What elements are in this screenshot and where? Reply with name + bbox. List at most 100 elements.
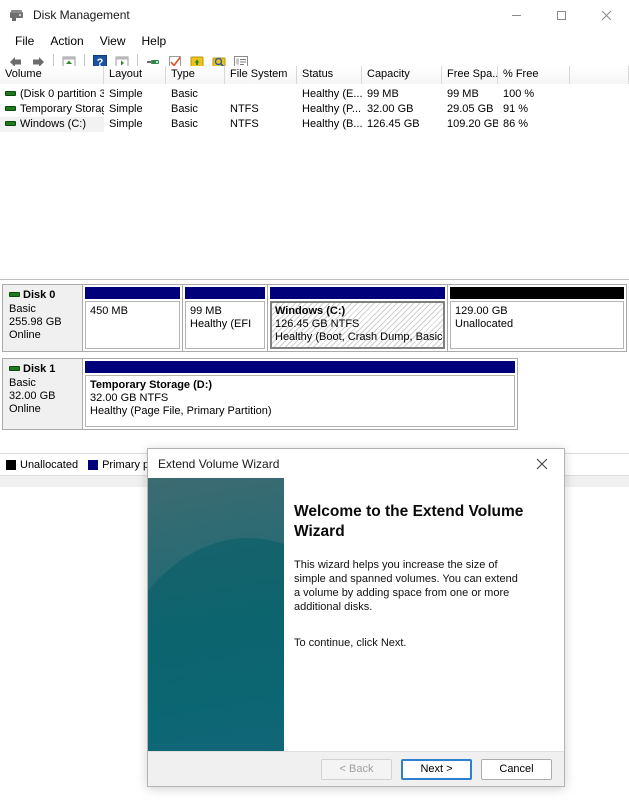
next-button[interactable]: Next > xyxy=(401,758,472,780)
partition-body: 99 MB Healthy (EFI xyxy=(185,301,265,349)
wizard-title: Extend Volume Wizard xyxy=(158,456,280,471)
disk-icon xyxy=(9,292,20,297)
disk-size: 255.98 GB xyxy=(9,316,62,328)
cell-percent-free: 100 % xyxy=(503,88,535,100)
partition-capacity-bar xyxy=(85,287,180,299)
partition-name: Windows (C:) xyxy=(275,305,346,317)
wizard-heading: Welcome to the Extend Volume Wizard xyxy=(294,503,524,540)
cell-layout: Simple xyxy=(109,103,143,115)
partition-body-selected: Windows (C:) 126.45 GB NTFS Healthy (Boo… xyxy=(270,301,445,349)
partition-body: Temporary Storage (D:) 32.00 GB NTFS Hea… xyxy=(85,375,515,427)
partition-body: 450 MB xyxy=(85,301,180,349)
volume-icon xyxy=(5,90,16,96)
disk-row-1[interactable]: Disk 1 Basic 32.00 GB Online Temporary S… xyxy=(0,355,520,433)
disk-type: Basic xyxy=(9,377,36,389)
partition-capacity-bar xyxy=(85,361,515,373)
extend-volume-wizard-dialog: Extend Volume Wizard Welcome to the Exte… xyxy=(147,448,565,787)
partition-capacity-bar xyxy=(185,287,265,299)
cell-status: Healthy (B... xyxy=(302,118,362,130)
partition-size: 99 MB xyxy=(190,305,222,317)
column-header-file-system[interactable]: File System xyxy=(225,66,297,84)
partition-capacity-bar-unallocated xyxy=(450,287,624,299)
disk-status: Online xyxy=(9,329,41,341)
back-button[interactable]: < Back xyxy=(321,758,392,780)
cell-percent-free: 91 % xyxy=(503,103,529,115)
cell-free-space: 29.05 GB xyxy=(447,103,494,115)
menu-help[interactable]: Help xyxy=(134,32,175,50)
cell-type: Basic xyxy=(171,88,198,100)
wizard-body: Welcome to the Extend Volume Wizard This… xyxy=(148,478,564,753)
disk-partitions-0: 450 MB 99 MB Healthy (EFI Windows (C:) 1… xyxy=(83,284,627,352)
column-header-free-space[interactable]: Free Spa... xyxy=(442,66,498,84)
partition-0-3-unallocated[interactable]: 129.00 GB Unallocated xyxy=(448,285,626,351)
cell-free-space: 99 MB xyxy=(447,88,479,100)
cell-volume: (Disk 0 partition 3) xyxy=(20,88,104,100)
volume-list[interactable]: Volume Layout Type File System Status Ca… xyxy=(0,66,629,280)
partition-body: 129.00 GB Unallocated xyxy=(450,301,624,349)
window-title: Disk Management xyxy=(33,8,130,22)
table-row[interactable]: Temporary Storag... Simple Basic NTFS He… xyxy=(0,102,629,117)
cell-percent-free: 86 % xyxy=(503,118,529,130)
partition-capacity-bar xyxy=(270,287,445,299)
cell-file-system xyxy=(225,87,297,102)
cancel-button[interactable]: Cancel xyxy=(481,758,552,780)
column-header-capacity[interactable]: Capacity xyxy=(362,66,442,84)
disk-status: Online xyxy=(9,403,41,415)
column-header-volume[interactable]: Volume xyxy=(0,66,104,84)
disk-name: Disk 0 xyxy=(23,289,56,301)
partition-size: 450 MB xyxy=(90,305,128,317)
disk-icon xyxy=(9,366,20,371)
menu-file[interactable]: File xyxy=(7,32,42,50)
cell-layout: Simple xyxy=(109,118,143,130)
partition-0-2[interactable]: Windows (C:) 126.45 GB NTFS Healthy (Boo… xyxy=(268,285,448,351)
title-bar: Disk Management xyxy=(0,0,629,30)
disk-row-0[interactable]: Disk 0 Basic 255.98 GB Online 450 MB 99 … xyxy=(0,281,629,355)
partition-size: 126.45 GB NTFS xyxy=(275,318,360,330)
menu-view[interactable]: View xyxy=(92,32,134,50)
menu-action[interactable]: Action xyxy=(42,32,91,50)
cell-capacity: 32.00 GB xyxy=(367,103,414,115)
column-header-layout[interactable]: Layout xyxy=(104,66,166,84)
wizard-title-bar: Extend Volume Wizard xyxy=(148,449,564,478)
partition-0-1[interactable]: 99 MB Healthy (EFI xyxy=(183,285,268,351)
legend-item-unallocated: Unallocated xyxy=(6,459,78,471)
cell-volume: Windows (C:) xyxy=(20,118,87,130)
wizard-footer: < Back Next > Cancel xyxy=(148,751,564,786)
disk-partitions-1: Temporary Storage (D:) 32.00 GB NTFS Hea… xyxy=(83,358,518,430)
cell-type: Basic xyxy=(171,118,198,130)
disk-management-icon xyxy=(9,7,25,23)
wizard-close-icon[interactable] xyxy=(520,449,564,478)
cell-type: Basic xyxy=(171,103,198,115)
graphical-disk-view: Disk 0 Basic 255.98 GB Online 450 MB 99 … xyxy=(0,281,629,451)
wizard-banner-image xyxy=(148,478,284,753)
legend-swatch-primary-partition xyxy=(88,459,99,470)
legend-label-unallocated: Unallocated xyxy=(20,458,79,471)
partition-1-0[interactable]: Temporary Storage (D:) 32.00 GB NTFS Hea… xyxy=(83,359,517,429)
maximize-button[interactable] xyxy=(539,0,584,30)
partition-0-0[interactable]: 450 MB xyxy=(83,285,183,351)
close-button[interactable] xyxy=(584,0,629,30)
table-row[interactable]: Windows (C:) Simple Basic NTFS Healthy (… xyxy=(0,117,629,132)
cell-status: Healthy (E... xyxy=(302,88,362,100)
partition-status: Healthy (EFI xyxy=(190,318,252,330)
table-row[interactable]: (Disk 0 partition 3) Simple Basic Health… xyxy=(0,87,629,102)
volume-list-body: (Disk 0 partition 3) Simple Basic Health… xyxy=(0,84,629,132)
partition-size: 129.00 GB xyxy=(455,305,508,317)
disk-info-1[interactable]: Disk 1 Basic 32.00 GB Online xyxy=(2,358,83,430)
minimize-button[interactable] xyxy=(494,0,539,30)
disk-info-0[interactable]: Disk 0 Basic 255.98 GB Online xyxy=(2,284,83,352)
disk-name: Disk 1 xyxy=(23,363,56,375)
wizard-description: This wizard helps you increase the size … xyxy=(294,559,518,613)
partition-status: Unallocated xyxy=(455,318,514,330)
column-header-filler xyxy=(570,66,629,84)
disk-type: Basic xyxy=(9,303,36,315)
disk-size: 32.00 GB xyxy=(9,390,56,402)
cell-volume: Temporary Storag... xyxy=(20,103,104,115)
volume-list-header: Volume Layout Type File System Status Ca… xyxy=(0,66,629,84)
column-header-type[interactable]: Type xyxy=(166,66,225,84)
column-header-status[interactable]: Status xyxy=(297,66,362,84)
cell-file-system: NTFS xyxy=(230,103,259,115)
column-header-percent-free[interactable]: % Free xyxy=(498,66,570,84)
wizard-continue-text: To continue, click Next. xyxy=(294,637,407,649)
volume-icon xyxy=(5,105,16,111)
